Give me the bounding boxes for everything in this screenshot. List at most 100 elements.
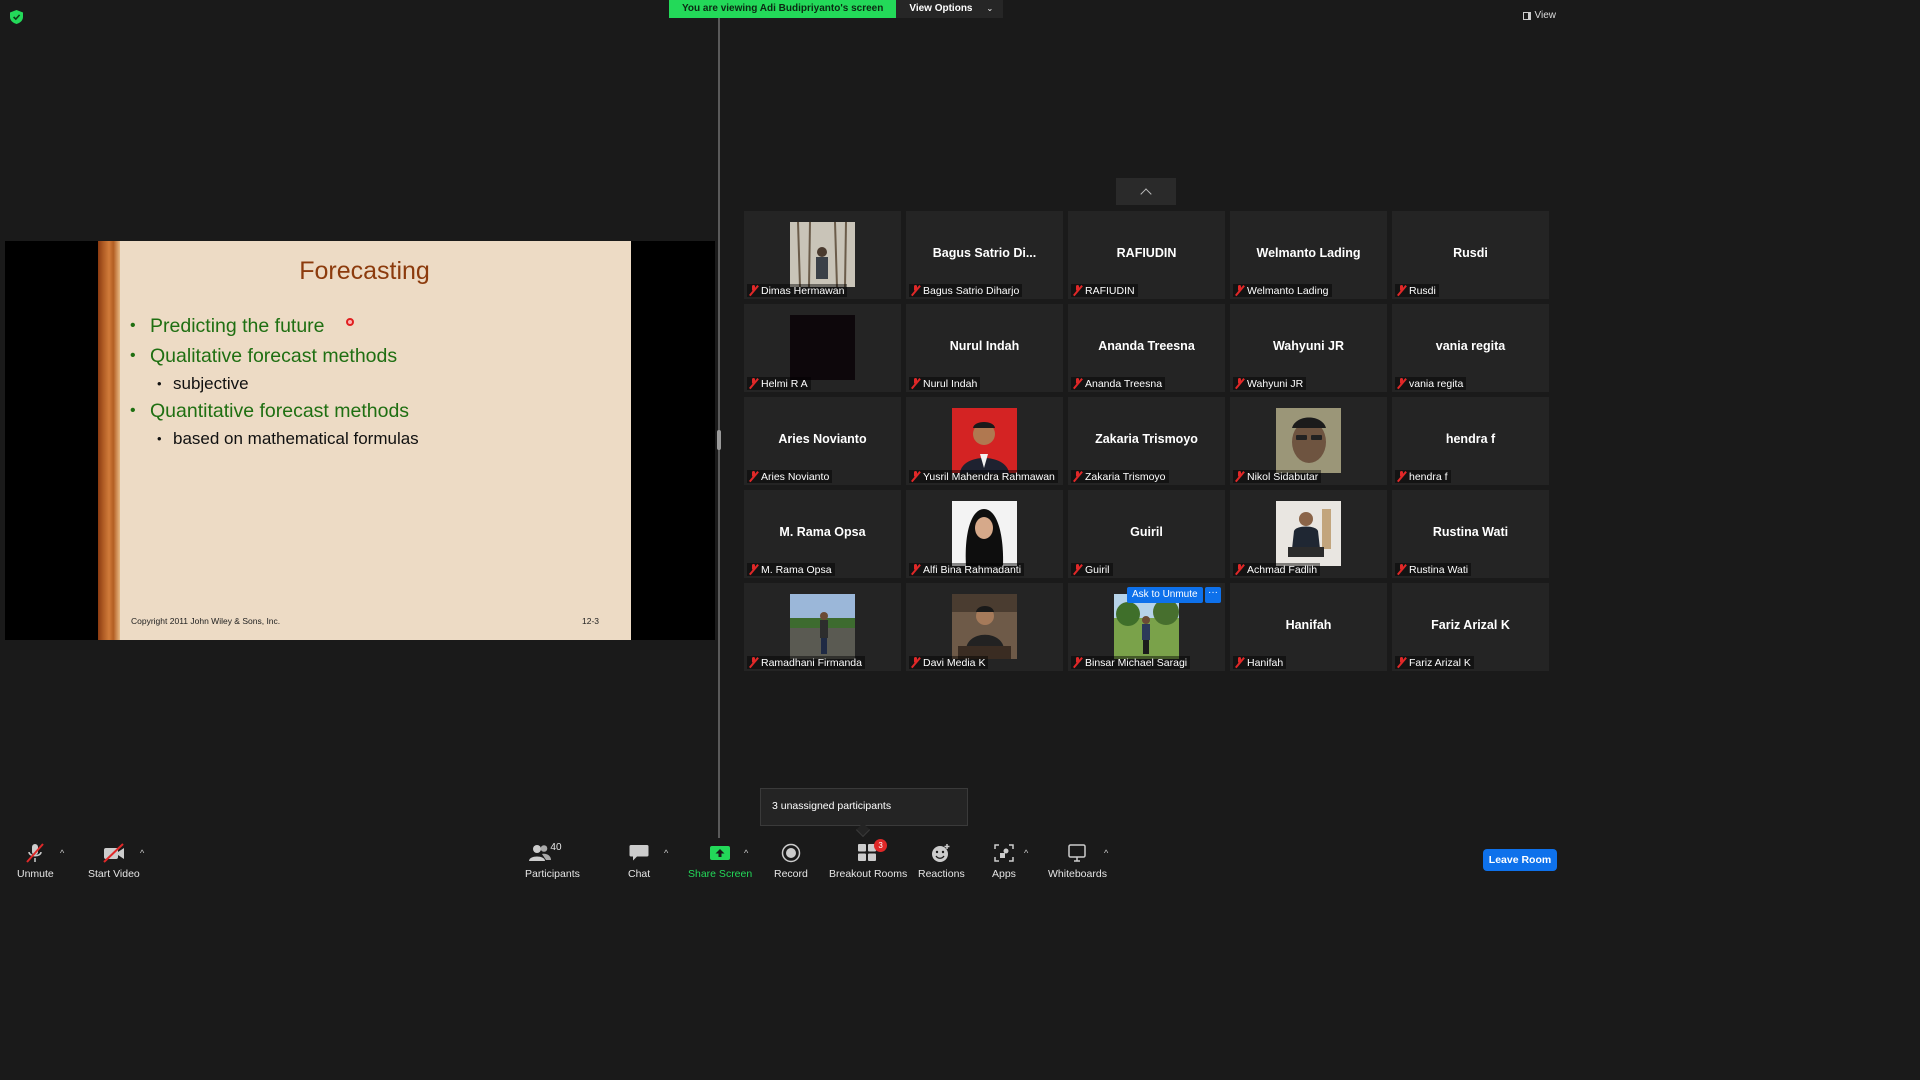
mic-muted-icon	[1235, 564, 1244, 575]
divider-drag-handle[interactable]	[717, 430, 721, 450]
participant-video	[1276, 408, 1341, 473]
mic-muted-icon	[749, 657, 758, 668]
slide-bullet: Predicting the future	[130, 315, 324, 338]
chat-options-caret[interactable]: ^	[664, 848, 668, 858]
participant-tile[interactable]: Guiril Guiril	[1068, 490, 1225, 578]
participant-tile[interactable]: Bagus Satrio Di... Bagus Satrio Diharjo	[906, 211, 1063, 299]
participant-name-label: Welmanto Lading	[1233, 284, 1332, 297]
participant-display-name: hendra f	[1445, 432, 1496, 446]
participant-name-label: Hanifah	[1233, 656, 1287, 669]
participant-tile[interactable]: Aries Novianto Aries Novianto	[744, 397, 901, 485]
participant-display-name: Ananda Treesna	[1098, 339, 1195, 353]
viewing-screen-label: You are viewing Adi Budipriyanto's scree…	[669, 0, 897, 18]
participant-tile[interactable]: Ananda Treesna Ananda Treesna	[1068, 304, 1225, 392]
mic-muted-icon	[911, 378, 920, 389]
record-button[interactable]: Record	[774, 843, 808, 880]
participant-tile[interactable]: Rusdi Rusdi	[1392, 211, 1549, 299]
participant-display-name: Zakaria Trismoyo	[1095, 432, 1198, 446]
participant-video	[790, 221, 855, 288]
shared-screen: Forecasting Predicting the future Qualit…	[5, 241, 715, 640]
participant-name: Helmi R A	[761, 377, 808, 390]
participant-name: Yusril Mahendra Rahmawan	[923, 470, 1055, 483]
slide-sub-bullet: based on mathematical formulas	[157, 429, 419, 449]
participant-name-label: M. Rama Opsa	[747, 563, 835, 576]
participant-tile[interactable]: Nikol Sidabutar	[1230, 397, 1387, 485]
participant-display-name: Bagus Satrio Di...	[932, 246, 1037, 260]
mic-muted-icon	[1235, 285, 1244, 296]
view-button[interactable]: View	[1522, 10, 1556, 21]
participant-tile[interactable]: Alfi Bina Rahmadanti	[906, 490, 1063, 578]
participant-tile[interactable]: Nurul Indah Nurul Indah	[906, 304, 1063, 392]
participant-video	[1114, 594, 1179, 659]
participant-video	[952, 594, 1017, 659]
mic-muted-icon	[1397, 657, 1406, 668]
participant-tile[interactable]: Fariz Arizal K Fariz Arizal K	[1392, 583, 1549, 671]
ask-to-unmute-button[interactable]: Ask to Unmute	[1127, 587, 1203, 603]
participant-name: RAFIUDIN	[1085, 284, 1135, 297]
apps-options-caret[interactable]: ^	[1024, 848, 1028, 858]
participant-name: Aries Novianto	[761, 470, 830, 483]
split-divider[interactable]	[718, 18, 720, 838]
gallery-page-up-button[interactable]	[1116, 178, 1176, 205]
participant-name-label: RAFIUDIN	[1071, 284, 1138, 297]
participant-name: Fariz Arizal K	[1409, 656, 1471, 669]
participant-video	[790, 594, 855, 659]
participant-tile[interactable]: Achmad Fadlih	[1230, 490, 1387, 578]
participant-tile[interactable]: Wahyuni JR Wahyuni JR	[1230, 304, 1387, 392]
participant-tile[interactable]: Zakaria Trismoyo Zakaria Trismoyo	[1068, 397, 1225, 485]
chevron-up-icon	[1140, 187, 1152, 200]
more-options-button[interactable]: ···	[1205, 587, 1221, 603]
apps-button[interactable]: Apps	[992, 843, 1016, 880]
participant-tile[interactable]: Welmanto Lading Welmanto Lading	[1230, 211, 1387, 299]
participants-count: 40	[550, 842, 562, 853]
leave-room-button[interactable]: Leave Room	[1483, 849, 1557, 871]
breakout-rooms-button[interactable]: 3 Breakout Rooms	[829, 839, 907, 880]
view-options-button[interactable]: View Options ⌄	[896, 0, 1004, 18]
participant-tile[interactable]: Dimas Hermawan	[744, 211, 901, 299]
participant-tile[interactable]: Helmi R A	[744, 304, 901, 392]
slide-title: Forecasting	[299, 257, 430, 285]
view-layout-icon	[1522, 11, 1531, 20]
unassigned-participants-toast[interactable]: 3 unassigned participants	[760, 788, 968, 826]
video-options-caret[interactable]: ^	[140, 848, 144, 858]
whiteboards-button[interactable]: Whiteboards	[1048, 843, 1107, 880]
share-options-caret[interactable]: ^	[744, 848, 748, 858]
audio-options-caret[interactable]: ^	[60, 848, 64, 858]
participant-name: hendra f	[1409, 470, 1448, 483]
participant-tile[interactable]: Yusril Mahendra Rahmawan	[906, 397, 1063, 485]
participant-name-label: Dimas Hermawan	[747, 284, 848, 297]
participant-tile[interactable]: hendra f hendra f	[1392, 397, 1549, 485]
reactions-button[interactable]: Reactions	[918, 843, 965, 880]
participant-name-label: Bagus Satrio Diharjo	[909, 284, 1023, 297]
participant-name: Nurul Indah	[923, 377, 978, 390]
participant-display-name: vania regita	[1435, 339, 1506, 353]
chat-label: Chat	[628, 868, 651, 880]
whiteboards-options-caret[interactable]: ^	[1104, 848, 1108, 858]
encryption-shield-icon[interactable]	[10, 10, 23, 24]
participant-tile[interactable]: RAFIUDIN RAFIUDIN	[1068, 211, 1225, 299]
share-screen-button[interactable]: Share Screen	[688, 843, 752, 880]
participant-tile[interactable]: M. Rama Opsa M. Rama Opsa	[744, 490, 901, 578]
chat-button[interactable]: Chat	[628, 843, 650, 880]
participant-tile[interactable]: vania regita vania regita	[1392, 304, 1549, 392]
breakout-count-badge: 3	[874, 839, 888, 852]
participant-display-name: Welmanto Lading	[1256, 246, 1361, 260]
participant-name-label: Guiril	[1071, 563, 1113, 576]
participant-tile[interactable]: Rustina Wati Rustina Wati	[1392, 490, 1549, 578]
laser-pointer	[346, 318, 354, 326]
reactions-icon	[930, 843, 952, 863]
share-screen-icon	[709, 843, 731, 863]
participant-tile[interactable]: Ramadhani Firmanda	[744, 583, 901, 671]
participant-display-name: Wahyuni JR	[1272, 339, 1345, 353]
unmute-button[interactable]: Unmute	[17, 843, 54, 880]
participant-tile[interactable]: Davi Media K	[906, 583, 1063, 671]
mic-muted-icon	[911, 471, 920, 482]
participants-button[interactable]: 40 Participants	[525, 842, 580, 880]
participant-name-label: Nikol Sidabutar	[1233, 470, 1322, 483]
participant-name-label: hendra f	[1395, 470, 1451, 483]
start-video-button[interactable]: Start Video	[88, 843, 140, 880]
mic-muted-icon	[1235, 657, 1244, 668]
presentation-slide: Forecasting Predicting the future Qualit…	[98, 241, 631, 640]
participant-tile[interactable]: Hanifah Hanifah	[1230, 583, 1387, 671]
mic-off-icon	[24, 843, 46, 863]
